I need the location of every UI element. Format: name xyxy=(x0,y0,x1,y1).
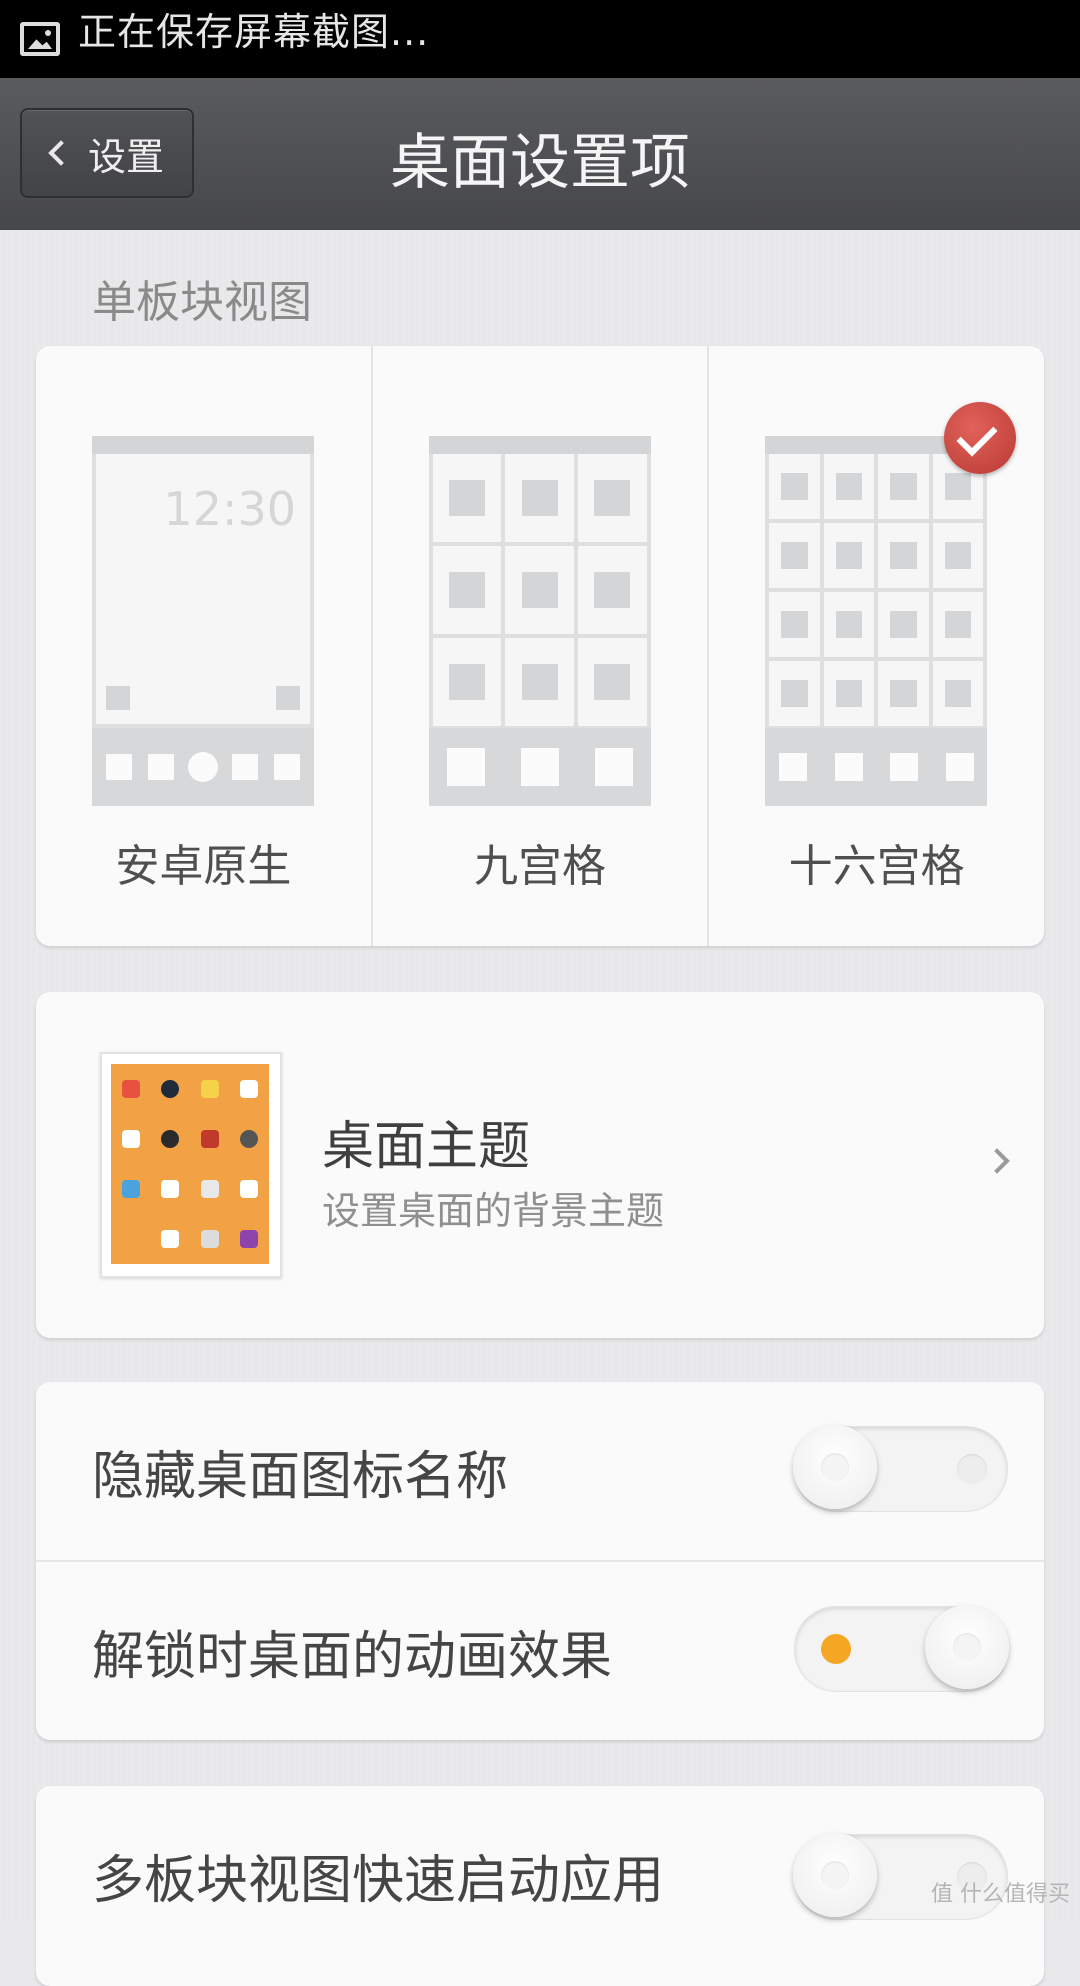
theme-subtitle: 设置桌面的背景主题 xyxy=(322,1189,665,1233)
section-label-single-view: 单板块视图 xyxy=(92,277,312,328)
unlock-animation-toggle[interactable] xyxy=(794,1605,1009,1692)
page-title: 桌面设置项 xyxy=(390,128,690,198)
layout-option-label: 十六宫格 xyxy=(788,841,965,892)
setting-row-unlock-animation: 解锁时桌面的动画效果 xyxy=(36,1562,1044,1740)
setting-label: 多板块视图快速启动应用 xyxy=(92,1851,665,1911)
sixteen-grid-preview xyxy=(765,436,988,806)
setting-row-hide-icon-names: 隐藏桌面图标名称 xyxy=(36,1382,1044,1560)
selected-check-icon xyxy=(944,402,1017,474)
theme-row[interactable]: 桌面主题 设置桌面的背景主题 xyxy=(36,992,1044,1338)
layout-option-label: 九宫格 xyxy=(474,841,606,892)
nine-grid-preview xyxy=(428,436,651,806)
setting-label: 隐藏桌面图标名称 xyxy=(92,1447,509,1507)
watermark: 值 什么值得买 xyxy=(931,1882,1070,1907)
toggle-settings-card-2: 多板块视图快速启动应用 xyxy=(36,1786,1044,1986)
layout-option-sixteen-grid[interactable]: 十六宫格 xyxy=(709,346,1044,946)
layout-option-nine-grid[interactable]: 九宫格 xyxy=(373,346,710,946)
setting-row-quick-launch: 多板块视图快速启动应用 xyxy=(36,1786,1044,1964)
layout-option-label: 安卓原生 xyxy=(115,841,292,892)
theme-title: 桌面主题 xyxy=(322,1117,531,1177)
layout-options-card: 12:30 安卓原生 九宫格 十六宫格 xyxy=(36,346,1044,946)
hide-icon-names-toggle[interactable] xyxy=(793,1425,1008,1512)
theme-thumbnail xyxy=(100,1052,282,1278)
chevron-right-icon xyxy=(984,1148,1010,1174)
status-notification: 正在保存屏幕截图... xyxy=(78,9,430,54)
android-layout-preview: 12:30 xyxy=(92,436,314,806)
image-icon xyxy=(20,22,60,56)
layout-option-android[interactable]: 12:30 安卓原生 xyxy=(36,346,373,946)
setting-label: 解锁时桌面的动画效果 xyxy=(92,1627,613,1687)
preview-clock: 12:30 xyxy=(163,482,296,536)
toggle-settings-card: 隐藏桌面图标名称 解锁时桌面的动画效果 xyxy=(36,1382,1044,1740)
title-bar: 设置 桌面设置项 xyxy=(0,78,1080,230)
status-bar: 正在保存屏幕截图... xyxy=(0,0,1080,78)
